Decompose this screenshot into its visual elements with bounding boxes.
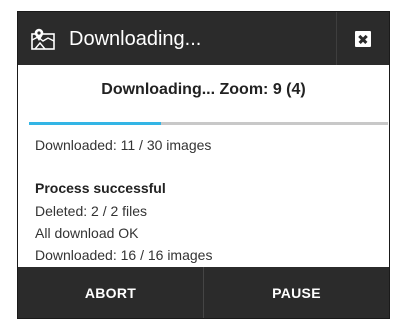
progress-heading: Downloading... Zoom: 9 (4) (101, 81, 306, 98)
dialog-title: Downloading... (69, 28, 202, 50)
dialog-titlebar: Downloading... (18, 12, 389, 65)
abort-button[interactable]: ABORT (18, 267, 203, 318)
log-download-ok: All download OK (35, 225, 139, 241)
pause-button[interactable]: PAUSE (204, 267, 389, 318)
download-count: Downloaded: 11 / 30 images (35, 137, 212, 153)
log-downloaded: Downloaded: 16 / 16 images (35, 247, 213, 263)
close-icon (355, 30, 371, 47)
progress-bar (29, 122, 388, 125)
download-dialog: Downloading... Downloading... Zoom: 9 (4… (17, 11, 390, 319)
log-deleted: Deleted: 2 / 2 files (35, 203, 148, 219)
log-status-heading: Process successful (35, 180, 166, 196)
map-icon (31, 28, 55, 50)
dialog-button-bar: ABORT PAUSE (18, 267, 389, 318)
close-button[interactable] (337, 12, 389, 65)
progress-bar-fill (29, 122, 161, 125)
